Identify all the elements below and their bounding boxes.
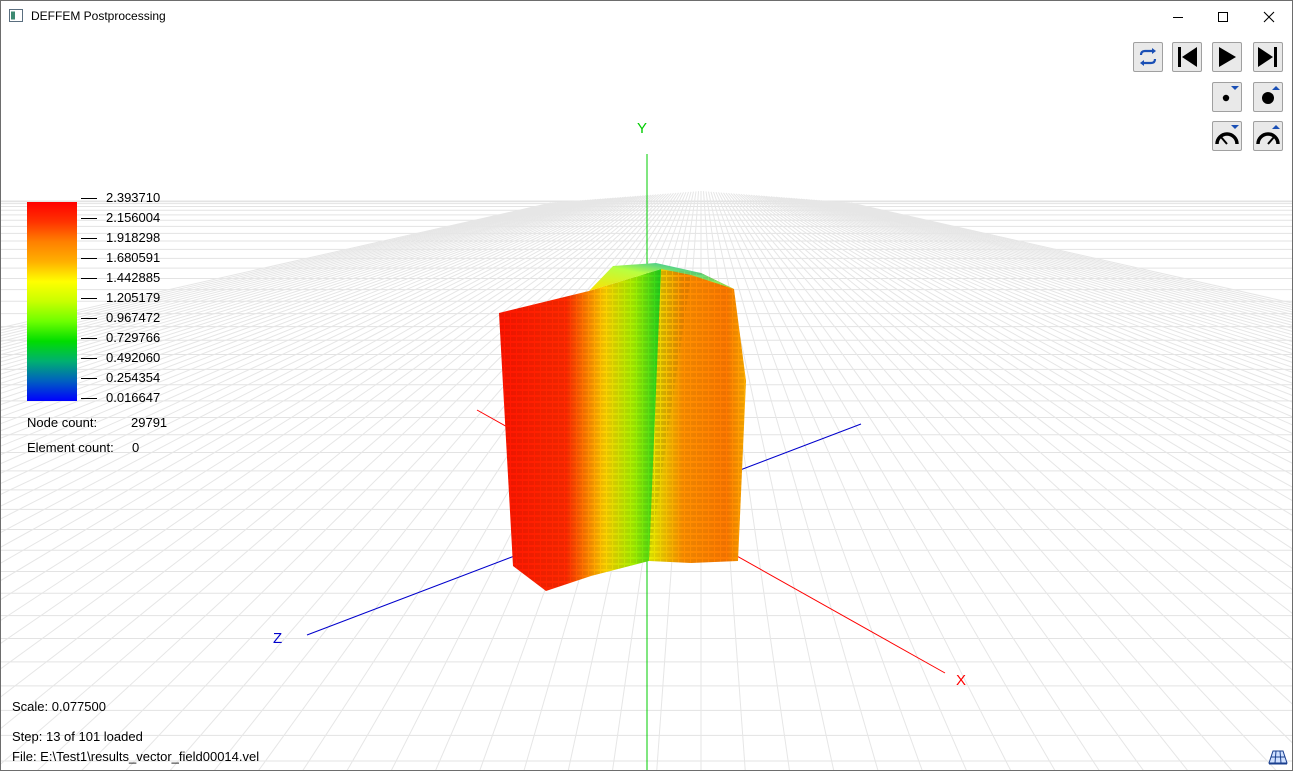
maximize-icon bbox=[1218, 11, 1228, 22]
legend-value-text: 0.729766 bbox=[106, 330, 161, 345]
point-size-increase-icon bbox=[1262, 86, 1280, 104]
color-legend-bar bbox=[27, 202, 77, 401]
point-size-decrease-button[interactable] bbox=[1212, 82, 1242, 112]
minimize-icon bbox=[1173, 16, 1183, 18]
legend-tick bbox=[81, 238, 97, 239]
legend-tick bbox=[81, 358, 97, 359]
element-count-value: 0 bbox=[132, 440, 140, 455]
node-count-value: 29791 bbox=[131, 415, 168, 430]
x-axis-label: X bbox=[956, 672, 967, 689]
skip-to-end-button[interactable] bbox=[1253, 42, 1283, 72]
legend-value-text: 1.918298 bbox=[106, 230, 161, 245]
legend-tick bbox=[81, 338, 97, 339]
speed-increase-icon bbox=[1256, 125, 1280, 145]
skip-to-start-button[interactable] bbox=[1172, 42, 1202, 72]
legend-value: 0.729766 bbox=[81, 330, 161, 345]
maximize-button[interactable] bbox=[1200, 1, 1246, 32]
speed-increase-button[interactable] bbox=[1253, 121, 1283, 151]
legend-tick bbox=[81, 298, 97, 299]
scene-canvas[interactable] bbox=[1, 32, 1292, 770]
particle-mesh bbox=[499, 263, 746, 591]
legend-value: 1.680591 bbox=[81, 250, 161, 265]
legend-tick bbox=[81, 198, 97, 199]
legend-value-text: 1.442885 bbox=[106, 270, 161, 285]
loop-icon bbox=[1139, 48, 1157, 66]
step-readout: Step: 13 of 101 loaded bbox=[12, 729, 143, 744]
grid-icon bbox=[1268, 750, 1288, 765]
grid-toggle-button[interactable] bbox=[1267, 745, 1288, 766]
legend-value: 2.156004 bbox=[81, 210, 161, 225]
app-icon bbox=[9, 9, 23, 22]
legend-value: 0.967472 bbox=[81, 310, 161, 325]
legend-tick bbox=[81, 278, 97, 279]
scale-readout: Scale: 0.077500 bbox=[12, 699, 106, 714]
file-readout: File: E:\Test1\results_vector_field00014… bbox=[12, 749, 260, 764]
title-bar[interactable]: DEFFEM Postprocessing bbox=[1, 1, 1292, 32]
legend-value-text: 2.156004 bbox=[106, 210, 161, 225]
element-count-label: Element count: bbox=[27, 440, 114, 455]
z-axis-label: Z bbox=[273, 630, 283, 647]
y-axis-label: Y bbox=[637, 120, 648, 137]
3d-viewport[interactable]: Y Z X bbox=[1, 32, 1292, 770]
legend-value-text: 2.393710 bbox=[106, 190, 161, 205]
legend-value: 2.393710 bbox=[81, 190, 161, 205]
legend-value: 1.442885 bbox=[81, 270, 161, 285]
speed-decrease-icon bbox=[1215, 125, 1239, 145]
legend-value: 1.918298 bbox=[81, 230, 161, 245]
node-count-label: Node count: bbox=[27, 415, 98, 430]
play-button[interactable] bbox=[1212, 42, 1242, 72]
skip-to-start-icon bbox=[1178, 47, 1197, 67]
legend-value-text: 1.680591 bbox=[106, 250, 161, 265]
loop-button[interactable] bbox=[1133, 42, 1163, 72]
point-size-decrease-icon bbox=[1222, 86, 1239, 102]
skip-to-end-icon bbox=[1258, 47, 1277, 67]
legend-tick bbox=[81, 398, 97, 399]
legend-tick bbox=[81, 258, 97, 259]
close-button[interactable] bbox=[1246, 1, 1292, 32]
legend-value-text: 0.492060 bbox=[106, 350, 161, 365]
legend-value: 0.492060 bbox=[81, 350, 161, 365]
legend-value-text: 1.205179 bbox=[106, 290, 161, 305]
legend-value-text: 0.254354 bbox=[106, 370, 161, 385]
legend-value: 0.016647 bbox=[81, 390, 161, 405]
window-title: DEFFEM Postprocessing bbox=[31, 9, 166, 23]
close-icon bbox=[1263, 11, 1275, 22]
legend-tick bbox=[81, 218, 97, 219]
legend-value: 0.254354 bbox=[81, 370, 161, 385]
legend-value-text: 0.967472 bbox=[106, 310, 161, 325]
legend-tick bbox=[81, 318, 97, 319]
speed-decrease-button[interactable] bbox=[1212, 121, 1242, 151]
point-size-increase-button[interactable] bbox=[1253, 82, 1283, 112]
app-window: DEFFEM Postprocessing Y Z X 2.393710 2.15… bbox=[0, 0, 1293, 771]
play-icon bbox=[1219, 47, 1236, 67]
legend-value: 1.205179 bbox=[81, 290, 161, 305]
minimize-button[interactable] bbox=[1155, 1, 1201, 32]
legend-value-text: 0.016647 bbox=[106, 390, 161, 405]
legend-tick bbox=[81, 378, 97, 379]
mesh-side-texture bbox=[649, 269, 746, 563]
